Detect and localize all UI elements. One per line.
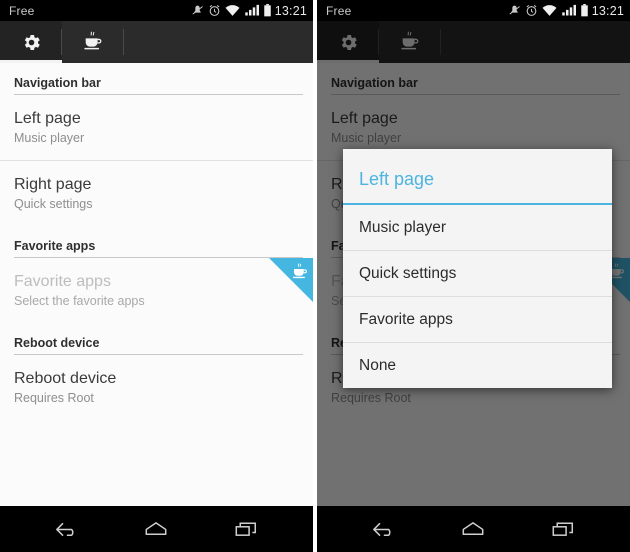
carrier-label: Free (326, 3, 352, 18)
recents-icon (235, 522, 257, 536)
status-icon-group (508, 4, 589, 17)
clock-label: 13:21 (591, 3, 624, 18)
home-icon (146, 522, 167, 536)
status-icon-group (191, 4, 272, 17)
preference-summary: Requires Root (14, 391, 94, 405)
tab-bar (0, 21, 313, 63)
preferences-list[interactable]: Navigation bar Left page Music player Ri… (0, 63, 313, 506)
dialog-option-music-player[interactable]: Music player (343, 205, 612, 250)
back-arrow-icon (372, 522, 391, 537)
coffee-cup-icon (292, 263, 307, 279)
dialog-option-none[interactable]: None (343, 342, 612, 388)
dialog-option-favorite-apps[interactable]: Favorite apps (343, 296, 612, 342)
preference-section: Navigation bar Left page Music player Ri… (0, 63, 313, 226)
vibrate-off-icon (191, 4, 204, 17)
preference-summary: Select the favorite apps (14, 294, 145, 308)
preference-summary: Music player (14, 131, 85, 145)
wifi-icon (542, 4, 557, 17)
preference-title: Favorite apps (14, 273, 111, 290)
screenshot-pair: Free 13:21 Navigation bar Left page Musi… (0, 0, 630, 552)
dialog-option-list: Music player Quick settings Favorite app… (343, 205, 612, 388)
preference-item-left-page[interactable]: Left page Music player (0, 95, 313, 160)
preference-item-right-page[interactable]: Right page Quick settings (0, 160, 313, 226)
preference-title: Left page (14, 110, 81, 127)
home-icon (463, 522, 484, 536)
preference-title: Reboot device (14, 370, 117, 387)
donate-tab[interactable] (62, 21, 124, 63)
carrier-label: Free (9, 3, 35, 18)
home-button[interactable] (447, 518, 499, 540)
phone-screen-left: Free 13:21 Navigation bar Left page Musi… (0, 0, 313, 552)
battery-icon (580, 4, 589, 17)
back-button[interactable] (41, 518, 93, 540)
home-button[interactable] (130, 518, 182, 540)
status-bar: Free 13:21 (317, 0, 630, 21)
navigation-bar (0, 506, 313, 552)
preference-summary: Quick settings (14, 197, 93, 211)
back-arrow-icon (55, 522, 74, 537)
wifi-icon (225, 4, 240, 17)
left-page-selection-dialog: Left page Music player Quick settings Fa… (343, 149, 612, 388)
section-header: Navigation bar (14, 76, 101, 90)
section-header: Reboot device (14, 336, 100, 350)
phone-screen-right: Free 13:21 Left page Music player Quick … (317, 0, 630, 552)
signal-icon (244, 4, 259, 17)
pro-ribbon-badge[interactable] (269, 258, 313, 302)
gear-icon (21, 32, 42, 53)
dialog-title: Left page (359, 169, 435, 189)
navigation-bar (317, 506, 630, 552)
status-bar: Free 13:21 (0, 0, 313, 21)
clock-label: 13:21 (274, 3, 307, 18)
recents-button[interactable] (537, 518, 589, 540)
alarm-icon (525, 4, 538, 17)
dialog-option-quick-settings[interactable]: Quick settings (343, 250, 612, 296)
settings-tab[interactable] (0, 21, 62, 63)
recents-icon (552, 522, 574, 536)
recents-button[interactable] (220, 518, 272, 540)
preference-section: Favorite apps Favorite apps Select the f… (0, 226, 313, 323)
preference-item-favorite-apps[interactable]: Favorite apps Select the favorite apps (0, 258, 313, 323)
preference-title: Right page (14, 176, 92, 193)
alarm-icon (208, 4, 221, 17)
signal-icon (561, 4, 576, 17)
battery-icon (263, 4, 272, 17)
section-header: Favorite apps (14, 239, 96, 253)
coffee-cup-icon (82, 31, 104, 53)
preference-item-reboot-device[interactable]: Reboot device Requires Root (0, 355, 313, 420)
tab-divider (123, 29, 124, 55)
preference-section: Reboot device Reboot device Requires Roo… (0, 323, 313, 420)
back-button[interactable] (358, 518, 410, 540)
vibrate-off-icon (508, 4, 521, 17)
